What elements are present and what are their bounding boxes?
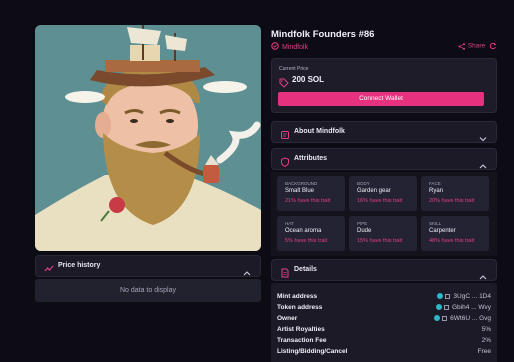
detail-value: Gbih4 ... Wvy bbox=[451, 304, 491, 311]
verified-badge-icon bbox=[271, 42, 279, 52]
attribute-value: Carpenter bbox=[429, 228, 456, 234]
chevron-down-icon bbox=[479, 129, 487, 147]
detail-row: Listing/Bidding/Cancel Free bbox=[277, 348, 491, 358]
token-address-link[interactable]: Gbih4 ... Wvy bbox=[435, 304, 491, 311]
attribute-key: BACKGROUND bbox=[285, 181, 318, 186]
attribute-value: Smalt Blue bbox=[285, 188, 315, 194]
chart-line-icon bbox=[44, 261, 54, 279]
attribute-rarity: 21% have this trait bbox=[285, 198, 331, 204]
refresh-icon[interactable] bbox=[487, 42, 497, 50]
attribute-value: Ocean aroma bbox=[285, 228, 322, 234]
detail-key: Transaction Fee bbox=[277, 337, 327, 344]
price-tag-icon bbox=[279, 75, 289, 93]
copy-icon[interactable] bbox=[442, 315, 448, 321]
price-history-empty: No data to display bbox=[35, 279, 261, 302]
solana-icon bbox=[434, 315, 441, 322]
copy-icon[interactable] bbox=[445, 293, 451, 299]
attribute-value: Dude bbox=[357, 228, 372, 234]
detail-row: Mint address 3UgC ... 1D4 bbox=[277, 293, 491, 303]
detail-key: Artist Royalties bbox=[277, 326, 325, 333]
attribute-rarity: 48% have this trait bbox=[429, 238, 475, 244]
attribute-card: PIPE Dude 15% have this trait bbox=[349, 216, 417, 251]
attribute-key: PIPE bbox=[357, 221, 368, 226]
attribute-rarity: 16% have this trait bbox=[357, 198, 403, 204]
attribute-rarity: 15% have this trait bbox=[357, 238, 403, 244]
attribute-rarity: 20% have this trait bbox=[429, 198, 475, 204]
attribute-key: SKILL bbox=[429, 221, 442, 226]
detail-key: Mint address bbox=[277, 293, 318, 300]
detail-key: Token address bbox=[277, 304, 323, 311]
details-header[interactable]: Details bbox=[271, 259, 497, 281]
no-data-label: No data to display bbox=[119, 287, 177, 294]
attributes-title: Attributes bbox=[294, 155, 328, 162]
attributes-grid: BACKGROUND Smalt Blue 21% have this trai… bbox=[271, 172, 497, 256]
attribute-key: BODY bbox=[357, 181, 370, 186]
detail-value: Free bbox=[477, 348, 491, 355]
price-history-title: Price history bbox=[58, 262, 101, 269]
detail-value: 6Wt6U ... Gvg bbox=[450, 315, 491, 322]
collection-name: Mindfolk bbox=[282, 43, 309, 51]
details-list: Mint address 3UgC ... 1D4 Token address … bbox=[271, 283, 497, 362]
current-price-label: Current Price bbox=[279, 66, 309, 72]
attributes-header[interactable]: Attributes bbox=[271, 148, 497, 170]
shield-icon bbox=[280, 154, 290, 172]
nft-artwork bbox=[35, 25, 261, 251]
connect-wallet-button[interactable]: Connect Wallet bbox=[278, 92, 484, 106]
attribute-key: HAT bbox=[285, 221, 294, 226]
info-icon bbox=[280, 127, 290, 145]
attribute-card: HAT Ocean aroma 5% have this trait bbox=[277, 216, 345, 251]
price-value: 200 SOL bbox=[292, 75, 325, 84]
detail-value: 3UgC ... 1D4 bbox=[453, 293, 491, 300]
attribute-rarity: 5% have this trait bbox=[285, 238, 328, 244]
attribute-value: Garden gear bbox=[357, 188, 391, 194]
copy-icon[interactable] bbox=[443, 304, 449, 310]
nft-title: Mindfolk Founders #86 bbox=[271, 29, 375, 40]
price-panel: Current Price 200 SOL Connect Wallet bbox=[271, 58, 497, 113]
attribute-card: BACKGROUND Smalt Blue 21% have this trai… bbox=[277, 176, 345, 211]
detail-key: Listing/Bidding/Cancel bbox=[277, 348, 348, 355]
about-collection-header[interactable]: About Mindfolk bbox=[271, 121, 497, 143]
price-history-header[interactable]: Price history bbox=[35, 255, 261, 277]
detail-row: Transaction Fee 2% bbox=[277, 337, 491, 347]
attribute-value: Ryan bbox=[429, 188, 444, 194]
detail-row: Owner 6Wt6U ... Gvg bbox=[277, 315, 491, 325]
share-icon bbox=[458, 42, 468, 50]
attribute-card: FACE Ryan 20% have this trait bbox=[421, 176, 489, 211]
attribute-key: FACE bbox=[429, 181, 441, 186]
about-title: About Mindfolk bbox=[294, 128, 345, 135]
attribute-card: SKILL Carpenter 48% have this trait bbox=[421, 216, 489, 251]
solana-icon bbox=[435, 304, 442, 311]
collection-link[interactable]: Mindfolk bbox=[271, 42, 308, 52]
solana-icon bbox=[437, 293, 444, 300]
attribute-card: BODY Garden gear 16% have this trait bbox=[349, 176, 417, 211]
owner-address-link[interactable]: 6Wt6U ... Gvg bbox=[434, 315, 491, 322]
share-button[interactable]: Share bbox=[458, 42, 497, 50]
detail-key: Owner bbox=[277, 315, 298, 322]
detail-value: 5% bbox=[481, 326, 491, 333]
document-icon bbox=[280, 265, 290, 283]
detail-row: Token address Gbih4 ... Wvy bbox=[277, 304, 491, 314]
mint-address-link[interactable]: 3UgC ... 1D4 bbox=[437, 293, 491, 300]
details-title: Details bbox=[294, 266, 317, 273]
detail-value: 2% bbox=[481, 337, 491, 344]
share-label: Share bbox=[467, 42, 486, 50]
detail-row: Artist Royalties 5% bbox=[277, 326, 491, 336]
